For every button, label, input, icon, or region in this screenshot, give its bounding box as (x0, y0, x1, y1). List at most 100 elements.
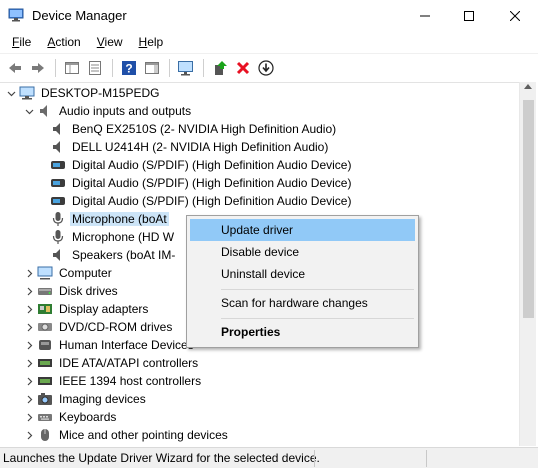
device-label: Digital Audio (S/PDIF) (High Definition … (72, 176, 352, 190)
mouse-icon (37, 427, 53, 443)
audio-device-item[interactable]: Digital Audio (S/PDIF) (High Definition … (50, 156, 353, 174)
menu-separator (221, 318, 414, 319)
category-label: Keyboards (59, 410, 117, 424)
expand-chevron-icon[interactable] (24, 264, 34, 282)
ide-controller-icon (37, 355, 53, 371)
device-label: BenQ EX2510S (2- NVIDIA High Definition … (72, 122, 337, 136)
menu-properties[interactable]: Properties (190, 321, 415, 343)
menu-file[interactable]: File (4, 32, 39, 52)
menu-help[interactable]: Help (131, 32, 172, 52)
speaker-icon (50, 121, 66, 137)
category-ide[interactable]: IDE ATA/ATAPI controllers (24, 354, 200, 372)
help-button[interactable]: ? (118, 57, 140, 79)
status-bar: Launches the Update Driver Wizard for th… (0, 447, 538, 468)
maximize-button[interactable] (446, 0, 492, 32)
menu-update-driver[interactable]: Update driver (190, 219, 415, 241)
forward-button[interactable] (27, 57, 49, 79)
menu-view[interactable]: View (89, 32, 131, 52)
context-menu: Update driver Disable device Uninstall d… (186, 215, 419, 348)
keyboard-icon (37, 409, 53, 425)
expand-chevron-icon[interactable] (24, 390, 34, 408)
digital-audio-icon (50, 193, 66, 209)
audio-device-item[interactable]: BenQ EX2510S (2- NVIDIA High Definition … (50, 120, 338, 138)
camera-icon (37, 391, 53, 407)
digital-audio-icon (50, 157, 66, 173)
tree-root[interactable]: DESKTOP-M15PEDG (6, 84, 161, 102)
dvd-drive-icon (37, 319, 53, 335)
category-computer[interactable]: Computer (24, 264, 114, 282)
category-display-adapters[interactable]: Display adapters (24, 300, 150, 318)
category-disk-drives[interactable]: Disk drives (24, 282, 120, 300)
category-label: Mice and other pointing devices (59, 428, 228, 442)
action-pane-icon (145, 61, 159, 74)
category-ieee1394[interactable]: IEEE 1394 host controllers (24, 372, 203, 390)
expand-chevron-icon[interactable] (24, 318, 34, 336)
category-label: Human Interface Devices (59, 338, 194, 352)
category-hid[interactable]: Human Interface Devices (24, 336, 196, 354)
expand-chevron-icon[interactable] (24, 300, 34, 318)
status-separator (314, 450, 315, 467)
properties-button[interactable] (84, 57, 106, 79)
menu-scan-hardware[interactable]: Scan for hardware changes (190, 292, 415, 314)
expand-chevron-icon[interactable] (24, 336, 34, 354)
download-circle-icon (258, 59, 274, 76)
expand-chevron-icon[interactable] (24, 354, 34, 372)
category-mice[interactable]: Mice and other pointing devices (24, 426, 230, 444)
collapse-chevron-icon[interactable] (6, 84, 16, 102)
speaker-icon (50, 139, 66, 155)
audio-device-item[interactable]: Digital Audio (S/PDIF) (High Definition … (50, 174, 353, 192)
back-arrow-icon (9, 62, 21, 73)
device-label: Speakers (boAt IM- (72, 248, 176, 262)
category-label: IEEE 1394 host controllers (59, 374, 202, 388)
audio-device-item-selected[interactable]: Microphone (boAt (50, 210, 169, 228)
device-label: DELL U2414H (2- NVIDIA High Definition A… (72, 140, 329, 154)
category-imaging[interactable]: Imaging devices (24, 390, 148, 408)
collapse-chevron-icon[interactable] (24, 102, 34, 120)
category-dvd-drives[interactable]: DVD/CD-ROM drives (24, 318, 174, 336)
close-icon (510, 11, 520, 21)
details-pane-icon (89, 60, 101, 75)
category-label: Audio inputs and outputs (59, 104, 192, 118)
toolbar-separator (112, 58, 113, 77)
minimize-button[interactable] (402, 0, 448, 32)
expand-chevron-icon[interactable] (24, 426, 34, 444)
toolbar-separator (169, 58, 170, 77)
category-keyboards[interactable]: Keyboards (24, 408, 118, 426)
category-label: Display adapters (59, 302, 149, 316)
enable-device-button[interactable] (255, 57, 277, 79)
scan-hardware-button[interactable] (175, 57, 197, 79)
expand-chevron-icon[interactable] (24, 408, 34, 426)
category-label: Disk drives (59, 284, 118, 298)
device-label: Digital Audio (S/PDIF) (High Definition … (72, 158, 352, 172)
display-adapter-icon (37, 301, 53, 317)
scroll-up-arrow-icon[interactable] (524, 84, 532, 89)
monitor-scan-icon (178, 60, 193, 75)
digital-audio-icon (50, 175, 66, 191)
category-label: Computer (59, 266, 112, 280)
expand-chevron-icon[interactable] (24, 282, 34, 300)
uninstall-device-button[interactable] (232, 57, 254, 79)
menu-uninstall-device[interactable]: Uninstall device (190, 263, 415, 285)
back-button[interactable] (4, 57, 26, 79)
category-audio[interactable]: Audio inputs and outputs (24, 102, 193, 120)
update-driver-button[interactable] (209, 57, 231, 79)
show-hide-console-tree-button[interactable] (61, 57, 83, 79)
show-action-pane-button[interactable] (141, 57, 163, 79)
menu-disable-device[interactable]: Disable device (190, 241, 415, 263)
audio-device-item[interactable]: Speakers (boAt IM- (50, 246, 177, 264)
uninstall-x-icon (236, 61, 250, 74)
device-label: Microphone (boAt (70, 212, 169, 226)
vertical-scrollbar[interactable] (519, 82, 536, 446)
svg-text:?: ? (125, 61, 132, 75)
expand-chevron-icon[interactable] (24, 372, 34, 390)
audio-device-item[interactable]: Microphone (HD W (50, 228, 176, 246)
category-label: IDE ATA/ATAPI controllers (59, 356, 199, 370)
microphone-icon (50, 211, 66, 227)
speaker-icon (50, 247, 66, 263)
scrollbar-thumb[interactable] (523, 100, 534, 318)
close-button[interactable] (492, 0, 538, 32)
audio-device-item[interactable]: DELL U2414H (2- NVIDIA High Definition A… (50, 138, 330, 156)
audio-device-item[interactable]: Digital Audio (S/PDIF) (High Definition … (50, 192, 353, 210)
menu-bar: File Action View Help (0, 32, 538, 52)
menu-action[interactable]: Action (39, 32, 88, 52)
